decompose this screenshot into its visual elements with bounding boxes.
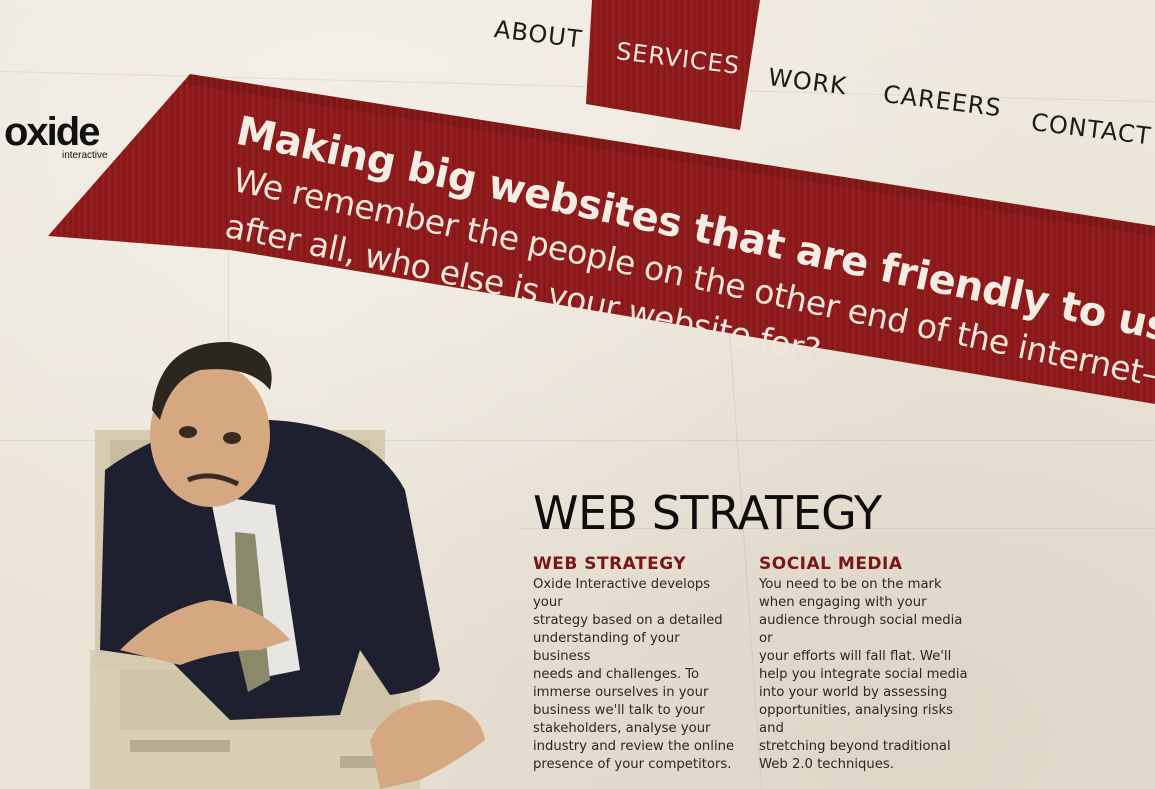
businessman-photo	[90, 341, 485, 789]
section-title: WEB STRATEGY	[533, 486, 882, 540]
column-text: Oxide Interactive develops your strategy…	[533, 577, 735, 772]
web-strategy-column: WEB STRATEGY Oxide Interactive develops …	[533, 554, 738, 774]
column-heading: SOCIAL MEDIA	[759, 554, 903, 574]
social-media-column: SOCIAL MEDIA You need to be on the mark …	[759, 554, 974, 774]
column-heading: WEB STRATEGY	[533, 554, 687, 574]
column-text: You need to be on the mark when engaging…	[759, 577, 968, 772]
